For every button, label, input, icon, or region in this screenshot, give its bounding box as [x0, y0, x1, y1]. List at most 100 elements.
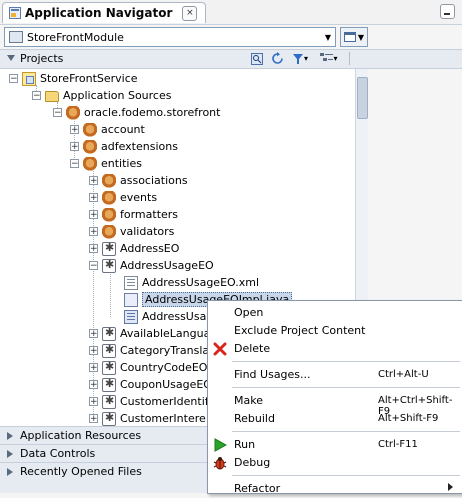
package-icon — [83, 139, 97, 154]
entity-object-icon — [102, 360, 116, 375]
package-icon — [66, 105, 80, 120]
sort-icon[interactable]: ▾ — [318, 52, 340, 65]
tree-node-label: oracle.fodemo.storefront — [84, 106, 221, 119]
tree-node-label: CategoryTransla — [120, 344, 210, 357]
menu-item-debug[interactable]: Debug — [208, 454, 462, 472]
tree-node-label: entities — [101, 157, 142, 170]
menu-item-find-usages[interactable]: Find Usages... Ctrl+Alt-U — [208, 366, 462, 384]
module-selected-value: StoreFrontModule — [27, 30, 124, 44]
panel-label: Data Controls — [20, 447, 96, 460]
tree-node-project[interactable]: − StoreFrontService — [9, 70, 138, 87]
xml-file-icon — [124, 275, 138, 290]
tree-node-application-sources[interactable]: − Application Sources — [32, 87, 171, 104]
expand-icon[interactable]: + — [89, 397, 98, 407]
menu-item-refactor[interactable]: Refactor — [208, 480, 462, 498]
panel-label: Application Resources — [20, 429, 142, 442]
menu-item-label: Rebuild — [234, 412, 275, 425]
entity-object-icon — [102, 343, 116, 358]
menu-item-open[interactable]: Open — [208, 304, 462, 322]
tree-node-adfextensions[interactable]: + adfextensions — [70, 138, 178, 155]
find-icon[interactable] — [250, 52, 264, 65]
tree-node-formatters[interactable]: + formatters — [89, 206, 178, 223]
menu-item-make[interactable]: Make Alt+Ctrl+Shift-F9 — [208, 392, 462, 417]
tree-node-entities[interactable]: − entities — [70, 155, 142, 172]
expand-icon[interactable]: + — [89, 210, 98, 220]
folder-icon — [45, 91, 59, 102]
menu-item-label: Debug — [234, 456, 271, 469]
tree-node-label: CouponUsageEO — [120, 378, 212, 391]
tree-node-label: AddressUsag — [142, 310, 214, 323]
context-menu: Open Exclude Project Content Delete Find… — [207, 300, 462, 495]
debug-bug-icon — [213, 456, 227, 470]
module-row: StoreFrontModule ▼ ▼ — [0, 25, 462, 49]
tree-node-country-code-eo[interactable]: + CountryCodeEO — [89, 359, 207, 376]
package-icon — [102, 207, 116, 222]
tree-node-coupon-usage-eo[interactable]: + CouponUsageEO — [89, 376, 212, 393]
tree-node-category-translations[interactable]: + CategoryTransla — [89, 342, 209, 359]
expand-triangle-icon[interactable] — [7, 468, 13, 476]
submenu-arrow-icon — [448, 483, 453, 491]
expand-icon[interactable]: + — [89, 363, 98, 373]
menu-item-label: Delete — [234, 342, 271, 355]
expand-icon[interactable]: + — [89, 346, 98, 356]
collapse-triangle-icon[interactable] — [7, 55, 15, 61]
title-bar: Application Navigator × — [0, 0, 462, 25]
expand-triangle-icon[interactable] — [7, 450, 13, 458]
expand-icon[interactable]: + — [89, 176, 98, 186]
collapse-icon[interactable]: − — [9, 74, 18, 84]
tree-node-address-usage-eo[interactable]: − AddressUsageEO — [89, 257, 214, 274]
chevron-down-icon[interactable]: ▼ — [321, 33, 335, 42]
menu-item-run[interactable]: Run Ctrl-F11 — [208, 436, 462, 454]
tree-node-account[interactable]: + account — [70, 121, 145, 138]
menu-item-rebuild[interactable]: Rebuild Alt+Shift-F9 — [208, 410, 462, 428]
collapse-icon[interactable]: − — [53, 108, 62, 118]
tree-node-customer-identification[interactable]: + CustomerIdentifi — [89, 393, 212, 410]
collapse-icon[interactable]: − — [89, 261, 98, 271]
tree-node-label: CustomerIdentifi — [120, 395, 212, 408]
collapse-icon[interactable]: − — [70, 159, 79, 169]
menu-item-label: Open — [234, 306, 264, 319]
navigator-tab[interactable]: Application Navigator × — [2, 2, 207, 23]
tree-node-available-languages[interactable]: + AvailableLanguag — [89, 325, 217, 342]
menu-item-delete[interactable]: Delete — [208, 340, 462, 358]
tree-node-address-usage-eo-xml[interactable]: AddressUsageEO.xml — [124, 274, 259, 291]
refresh-icon[interactable] — [270, 52, 284, 65]
expand-icon[interactable]: + — [89, 414, 98, 424]
expand-icon[interactable]: + — [89, 244, 98, 254]
tree-node-label: AvailableLanguag — [120, 327, 218, 340]
close-icon[interactable]: × — [182, 5, 198, 21]
package-icon — [102, 190, 116, 205]
module-dropdown[interactable]: StoreFrontModule ▼ — [4, 27, 336, 47]
tree-node-customer-interests[interactable]: + CustomerIntere — [89, 410, 206, 426]
tree-node-validators[interactable]: + validators — [89, 223, 174, 240]
filter-icon[interactable]: ▾ — [290, 52, 310, 65]
package-icon — [102, 224, 116, 239]
tree-node-label: validators — [120, 225, 175, 238]
project-icon — [22, 71, 36, 86]
tree-node-address-eo[interactable]: + AddressEO — [89, 240, 179, 257]
expand-triangle-icon[interactable] — [7, 432, 13, 440]
module-options-button[interactable]: ▼ — [340, 27, 368, 47]
entity-object-icon — [102, 258, 116, 273]
menu-item-label: Run — [234, 438, 256, 451]
menu-item-exclude-project-content[interactable]: Exclude Project Content — [208, 322, 462, 340]
tree-node-associations[interactable]: + associations — [89, 172, 188, 189]
menu-separator — [232, 475, 460, 476]
expand-icon[interactable]: + — [89, 329, 98, 339]
filter-dropdown-arrow: ▾ — [303, 54, 308, 63]
collapse-icon[interactable]: − — [32, 91, 41, 101]
tree-node-package[interactable]: − oracle.fodemo.storefront — [53, 104, 220, 121]
scrollbar-thumb[interactable] — [357, 77, 368, 119]
tree-node-label: CountryCodeEO — [120, 361, 208, 374]
projects-panel-header[interactable]: Projects ▾ ▾ — [0, 49, 462, 69]
module-icon — [9, 31, 23, 43]
expand-icon[interactable]: + — [70, 142, 79, 152]
tree-node-address-usage-extra[interactable]: AddressUsag — [124, 308, 213, 325]
expand-icon[interactable]: + — [70, 125, 79, 135]
tree-node-events[interactable]: + events — [89, 189, 157, 206]
expand-icon[interactable]: + — [89, 227, 98, 237]
expand-icon[interactable]: + — [89, 380, 98, 390]
tree-node-label: associations — [120, 174, 188, 187]
minimize-button[interactable] — [440, 4, 455, 19]
expand-icon[interactable]: + — [89, 193, 98, 203]
